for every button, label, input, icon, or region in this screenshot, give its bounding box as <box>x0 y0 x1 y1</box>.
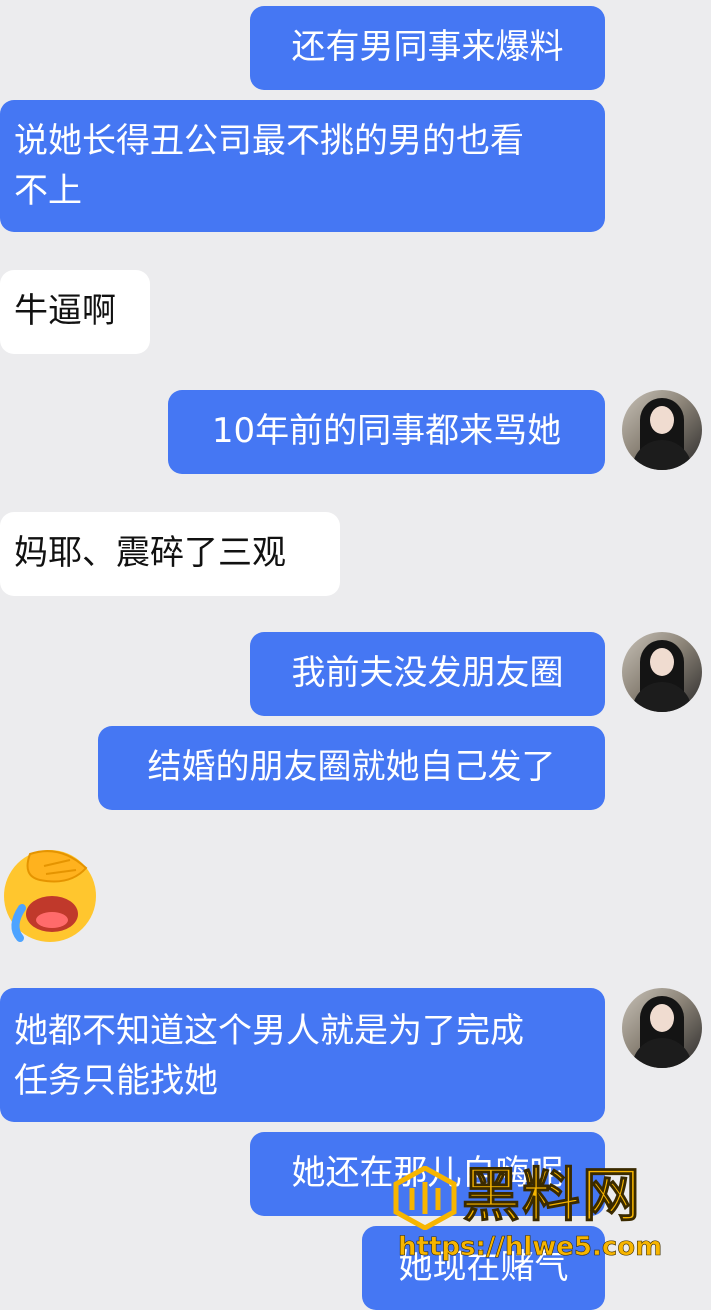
incoming-message-bubble[interactable]: 牛逼啊 <box>0 270 150 354</box>
watermark-title: 黑料网 <box>461 1161 643 1230</box>
outgoing-message-bubble[interactable]: 10年前的同事都来骂她 <box>168 390 605 474</box>
watermark-url: https://hlwe5.com <box>398 1232 663 1263</box>
user-avatar[interactable] <box>622 390 702 470</box>
outgoing-message-bubble[interactable]: 说她长得丑公司最不挑的男的也看 不上 <box>0 100 605 232</box>
incoming-message-bubble[interactable]: 妈耶、震碎了三观 <box>0 512 340 596</box>
outgoing-message-bubble[interactable]: 结婚的朋友圈就她自己发了 <box>98 726 605 810</box>
user-avatar[interactable] <box>622 988 702 1068</box>
outgoing-message-bubble[interactable]: 我前夫没发朋友圈 <box>250 632 605 716</box>
site-watermark: 黑料网 https://hlwe5.com <box>392 1160 708 1276</box>
outgoing-message-bubble[interactable]: 还有男同事来爆料 <box>250 6 605 90</box>
watermark-logo-icon <box>393 1166 457 1230</box>
outgoing-message-bubble[interactable]: 她都不知道这个男人就是为了完成 任务只能找她 <box>0 988 605 1122</box>
laughing-face-emoji-icon <box>4 850 96 942</box>
user-avatar[interactable] <box>622 632 702 712</box>
